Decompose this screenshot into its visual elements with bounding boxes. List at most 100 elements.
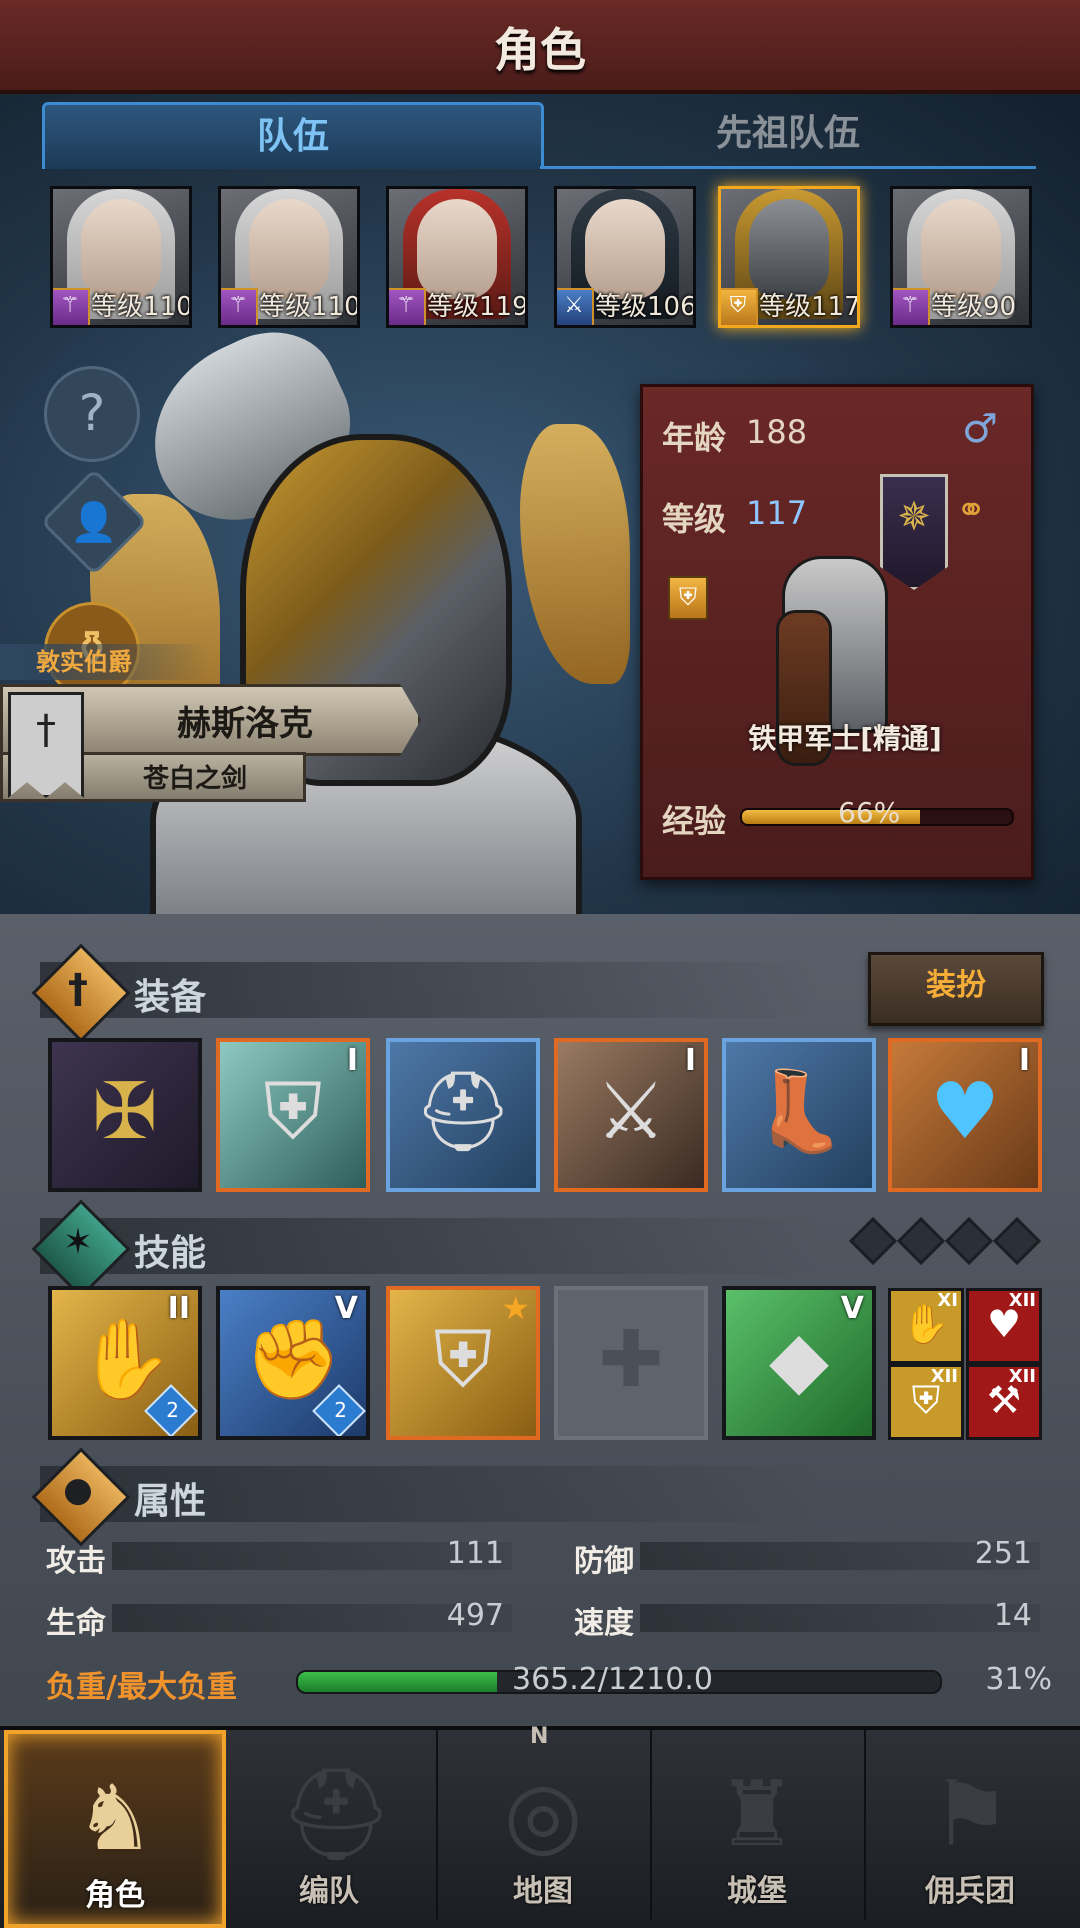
tier-label: I bbox=[1018, 1043, 1030, 1078]
equip-slot-amulet[interactable]: ♥ I bbox=[888, 1038, 1042, 1192]
tier-label: II bbox=[167, 1291, 190, 1326]
dress-button[interactable]: 装扮 bbox=[868, 952, 1044, 1026]
speed-value: 14 bbox=[993, 1598, 1032, 1633]
attack-value: 111 bbox=[446, 1536, 504, 1571]
party-portrait-5[interactable]: ⛨ 等级117 bbox=[718, 186, 860, 328]
load-label: 负重/最大负重 bbox=[46, 1670, 237, 1705]
passive-skill-2[interactable]: ♥ XII bbox=[966, 1288, 1042, 1364]
load-value: 365.2/1210.0 bbox=[512, 1662, 713, 1697]
tier-label: XII bbox=[1008, 1366, 1036, 1387]
party-level: 等级106 bbox=[595, 292, 696, 322]
equip-slot-boots[interactable]: 👢 bbox=[722, 1038, 876, 1192]
tab-party[interactable]: 队伍 bbox=[42, 102, 544, 169]
equip-slot-shield[interactable]: ⛨ I bbox=[216, 1038, 370, 1192]
castle-icon: ♜ bbox=[716, 1762, 798, 1867]
amulet-icon: ♥ bbox=[930, 1067, 1000, 1157]
party-level: 等级110 bbox=[259, 292, 360, 322]
tier-label: XI bbox=[937, 1290, 958, 1311]
star-icon: ✶ bbox=[62, 1222, 94, 1263]
unit-class-name: 铁甲军士[精通] bbox=[748, 722, 942, 755]
defense-value: 251 bbox=[974, 1536, 1032, 1571]
shield-dumbbell-icon: ⛨ bbox=[433, 1315, 493, 1405]
passive-skill-4[interactable]: ⚒ XII bbox=[966, 1364, 1042, 1440]
party-portrait-2[interactable]: ⚚ 等级110 bbox=[218, 186, 360, 328]
north-marker: N bbox=[530, 1724, 549, 1749]
tier-label: XII bbox=[1008, 1290, 1036, 1311]
tier-label: V bbox=[334, 1291, 358, 1326]
age-label: 年龄 bbox=[662, 419, 727, 457]
nav-castle[interactable]: ♜ 城堡 bbox=[650, 1730, 866, 1920]
star-badge-icon: ★ bbox=[501, 1289, 530, 1327]
nav-map[interactable]: N ◎ 地图 bbox=[436, 1724, 652, 1920]
level-label: 等级 bbox=[662, 500, 727, 538]
staff-icon: ⚚ bbox=[53, 288, 90, 325]
equip-slot-armor[interactable]: ⚔ I bbox=[554, 1038, 708, 1192]
help-icon[interactable]: ? bbox=[44, 366, 140, 462]
skill-slot-1[interactable]: ✋ II 2 bbox=[48, 1286, 202, 1440]
person-icon: ● bbox=[63, 1470, 93, 1510]
party-level: 等级119 bbox=[427, 292, 528, 322]
banner-icon: ✠ bbox=[92, 1067, 158, 1157]
skill-slot-5[interactable]: ◆ V bbox=[722, 1286, 876, 1440]
nav-formation[interactable]: ⛑ 编队 bbox=[222, 1730, 438, 1920]
party-level: 等级110 bbox=[91, 292, 192, 322]
crystal-icon: ◆ bbox=[769, 1315, 829, 1405]
helmet-icon: ⛑ bbox=[413, 1067, 513, 1157]
nav-label: 角色 bbox=[85, 1878, 145, 1913]
empty-cross-icon: ✚ bbox=[598, 1315, 664, 1405]
shield-icon: ⛨ bbox=[263, 1067, 323, 1157]
party-portrait-3[interactable]: ⚚ 等级119 bbox=[386, 186, 528, 328]
mercenary-icon: ⚑ bbox=[930, 1762, 1012, 1867]
nav-label: 地图 bbox=[513, 1874, 573, 1909]
armor-icon: ⚔ bbox=[596, 1067, 666, 1157]
level-value: 117 bbox=[746, 494, 808, 532]
nav-character[interactable]: ♞ 角色 bbox=[4, 1730, 226, 1928]
party-level: 等级117 bbox=[759, 292, 860, 322]
attack-label: 攻击 bbox=[46, 1544, 106, 1579]
exp-percent: 66% bbox=[838, 796, 901, 829]
skill-slot-3[interactable]: ⛨ ★ bbox=[386, 1286, 540, 1440]
nav-mercenary[interactable]: ⚑ 佣兵团 bbox=[864, 1730, 1076, 1920]
shield-icon: ⛨ bbox=[721, 288, 758, 325]
helmet-icon: ⛑ bbox=[279, 1762, 394, 1867]
skills-title: 技能 bbox=[134, 1233, 207, 1274]
hand-icon: ✋ bbox=[76, 1315, 174, 1405]
nav-label: 编队 bbox=[299, 1874, 359, 1909]
nav-label: 佣兵团 bbox=[925, 1874, 1015, 1909]
age-value: 188 bbox=[746, 413, 808, 451]
passive-skill-1[interactable]: ✋ XI bbox=[888, 1288, 964, 1364]
equip-slot-helmet[interactable]: ⛑ bbox=[386, 1038, 540, 1192]
compass-icon: ◎ bbox=[503, 1762, 583, 1867]
shield-class-icon: ⛨ bbox=[668, 576, 708, 620]
equip-slot-banner[interactable]: ✠ bbox=[48, 1038, 202, 1192]
tier-label: V bbox=[840, 1291, 864, 1326]
staff-icon: ⚚ bbox=[893, 288, 930, 325]
party-level: 等级90 bbox=[931, 292, 1017, 322]
skill-slot-empty[interactable]: ✚ bbox=[554, 1286, 708, 1440]
passive-skill-3[interactable]: ⛨ XII bbox=[888, 1364, 964, 1440]
wing-right bbox=[520, 424, 630, 684]
load-percent: 31% bbox=[985, 1662, 1052, 1697]
tier-label: I bbox=[684, 1043, 696, 1078]
male-icon: ♂ bbox=[962, 406, 998, 452]
skill-slot-2[interactable]: ✊ V 2 bbox=[216, 1286, 370, 1440]
staff-icon: ⚚ bbox=[221, 288, 258, 325]
tier-label: XII bbox=[930, 1366, 958, 1387]
hp-value: 497 bbox=[446, 1598, 504, 1633]
load-fill bbox=[298, 1672, 498, 1692]
staff-icon: ⚚ bbox=[389, 288, 426, 325]
page-title: 角色 bbox=[494, 23, 586, 77]
boots-icon: 👢 bbox=[750, 1067, 848, 1157]
speed-label: 速度 bbox=[574, 1606, 634, 1641]
hp-label: 生命 bbox=[46, 1606, 106, 1641]
party-portrait-4[interactable]: ⚔ 等级106 bbox=[554, 186, 696, 328]
party-portrait-6[interactable]: ⚚ 等级90 bbox=[890, 186, 1032, 328]
nav-label: 城堡 bbox=[727, 1874, 787, 1909]
equipment-title: 装备 bbox=[134, 977, 207, 1018]
party-portrait-1[interactable]: ⚚ 等级110 bbox=[50, 186, 192, 328]
rings-icon[interactable]: ⚭ bbox=[956, 490, 986, 531]
tab-ancestor-party[interactable]: 先祖队伍 bbox=[540, 102, 1036, 169]
tier-label: I bbox=[346, 1043, 358, 1078]
hero-name: 赫斯洛克 bbox=[177, 704, 313, 744]
dagger-icon: † bbox=[68, 966, 88, 1012]
